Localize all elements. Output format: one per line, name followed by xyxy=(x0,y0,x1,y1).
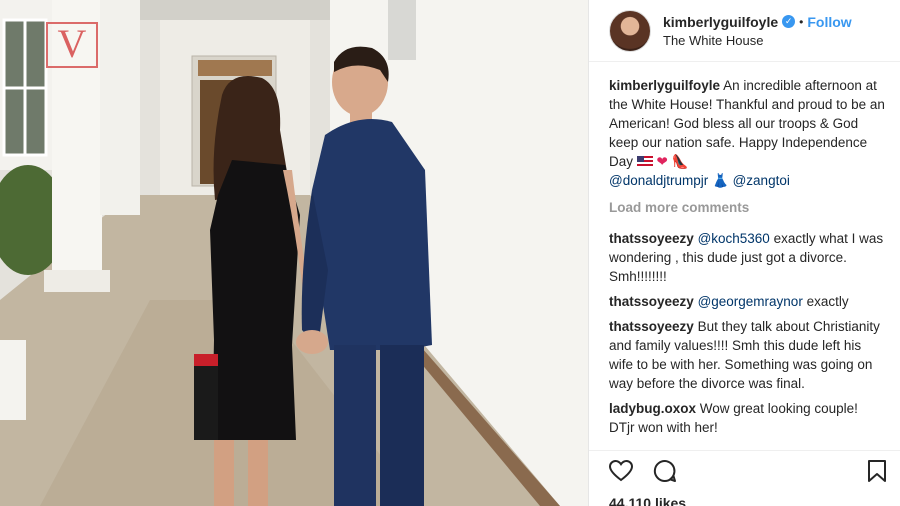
verified-icon: ✓ xyxy=(782,15,796,28)
comment-icon[interactable] xyxy=(653,459,677,488)
comment-username[interactable]: thatssoyeezy xyxy=(609,319,694,334)
follow-button[interactable]: Follow xyxy=(807,14,851,30)
high-heel-emoji-icon: 👠 xyxy=(671,154,689,169)
bookmark-icon[interactable] xyxy=(867,459,887,488)
heart-icon[interactable] xyxy=(608,459,634,487)
load-more-comments-button[interactable]: Load more comments xyxy=(609,198,886,217)
separator-dot: • xyxy=(799,14,804,29)
comments-list: kimberlyguilfoyle An incredible afternoo… xyxy=(589,62,900,437)
likes-count[interactable]: 44,110 likes xyxy=(609,495,887,506)
caption-mention-1[interactable]: @donaldjtrumpjr xyxy=(609,173,708,188)
post-header: kimberlyguilfoyle ✓ • Follow The White H… xyxy=(589,0,900,62)
list-item: thatssoyeezy @georgemraynor exactly xyxy=(609,292,886,311)
list-item: thatssoyeezy But they talk about Christi… xyxy=(609,317,886,393)
photo-scene xyxy=(0,0,588,506)
list-item: ladybug.oxox Wow great looking couple! D… xyxy=(609,399,886,437)
comment-mention[interactable]: @koch5360 xyxy=(698,231,770,246)
caption-username[interactable]: kimberlyguilfoyle xyxy=(609,78,720,93)
post-actions: 44,110 likes xyxy=(589,450,900,506)
comment-username[interactable]: thatssoyeezy xyxy=(609,231,694,246)
comment-text: exactly xyxy=(806,294,849,309)
heart-emoji-icon: ❤ xyxy=(656,154,668,169)
action-icons xyxy=(608,459,887,488)
post-caption: kimberlyguilfoyle An incredible afternoo… xyxy=(609,76,886,190)
caption-mention-2[interactable]: @zangtoi xyxy=(733,173,790,188)
us-flag-icon xyxy=(636,156,653,167)
dress-emoji-icon: 👗 xyxy=(712,173,729,188)
instagram-post-panel: kimberlyguilfoyle ✓ • Follow The White H… xyxy=(588,0,900,506)
list-item: thatssoyeezy @koch5360 exactly what I wa… xyxy=(609,229,886,286)
comment-username[interactable]: thatssoyeezy xyxy=(609,294,694,309)
post-header-line: kimberlyguilfoyle ✓ • Follow xyxy=(663,14,852,30)
post-photo: V xyxy=(0,0,588,506)
post-header-text: kimberlyguilfoyle ✓ • Follow The White H… xyxy=(663,14,852,48)
post-location[interactable]: The White House xyxy=(663,33,852,48)
brand-watermark: V xyxy=(46,22,98,68)
comment-mention[interactable]: @georgemraynor xyxy=(698,294,803,309)
avatar[interactable] xyxy=(609,9,651,52)
comment-username[interactable]: ladybug.oxox xyxy=(609,401,696,416)
post-username[interactable]: kimberlyguilfoyle xyxy=(663,14,778,30)
